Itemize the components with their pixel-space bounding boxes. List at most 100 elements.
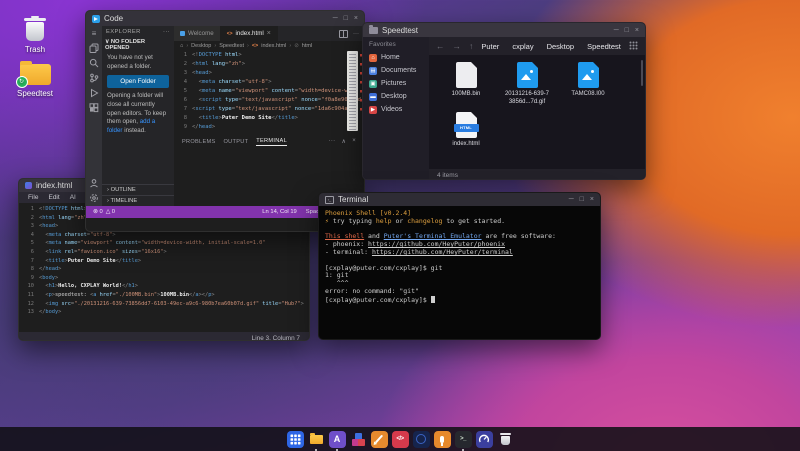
- tab-welcome[interactable]: Welcome: [174, 26, 221, 41]
- more-actions-icon[interactable]: ···: [353, 31, 359, 37]
- sidebar-item-documents[interactable]: ▤Documents: [369, 64, 423, 77]
- close-icon[interactable]: ×: [635, 27, 639, 34]
- panel-tab-problems[interactable]: PROBLEMS: [182, 139, 216, 145]
- vscode-activity-bar: ≡: [86, 26, 102, 206]
- code-line: 1<!DOCTYPE html>: [174, 51, 364, 60]
- panel-tab-terminal[interactable]: TERMINAL: [256, 138, 287, 146]
- taskbar-item-speedtest-app[interactable]: [476, 431, 493, 448]
- sidebar-item-videos[interactable]: ▶Videos: [369, 103, 423, 116]
- timeline-section[interactable]: › TIMELINE: [102, 195, 174, 206]
- status-item[interactable]: Ln 14, Col 19: [262, 209, 296, 215]
- taskbar-item-trash[interactable]: [497, 431, 514, 448]
- breadcrumb-item[interactable]: index.html: [261, 43, 286, 49]
- taskbar-item-launcher[interactable]: [287, 431, 304, 448]
- home-icon: ⌂: [369, 54, 377, 62]
- panel-control-icon[interactable]: ···: [329, 138, 336, 145]
- sidebar-item-pictures[interactable]: ▣Pictures: [369, 77, 423, 90]
- vscode-window-title: Code: [104, 14, 123, 23]
- path-segment[interactable]: cxplay: [512, 42, 533, 51]
- taskbar-item-terminal[interactable]: >_: [455, 431, 472, 448]
- item-count: 4 items: [437, 172, 458, 179]
- code-line: 8 <title>Puter Demo Site</title>: [174, 114, 364, 123]
- back-icon[interactable]: ←: [436, 41, 445, 51]
- file-item[interactable]: TAMC08.I00: [560, 62, 616, 106]
- run-debug-icon[interactable]: [89, 88, 99, 98]
- maximize-icon[interactable]: □: [580, 196, 584, 203]
- vscode-breadcrumb[interactable]: ⌂›Desktop›Speedtest›<>index.html›⊘html: [174, 41, 364, 50]
- file-item[interactable]: 100MB.bin: [438, 62, 494, 106]
- taskbar-item-files[interactable]: [308, 431, 325, 448]
- sidebar-item-desktop[interactable]: ▬Desktop: [369, 90, 423, 103]
- breadcrumb-item[interactable]: html: [302, 43, 312, 49]
- folder-icon: ↻: [20, 64, 51, 85]
- breadcrumb-item[interactable]: Speedtest: [219, 43, 244, 49]
- sidebar-item-home[interactable]: ⌂Home: [369, 51, 423, 64]
- desktop-icon-speedtest[interactable]: ↻ Speedtest: [6, 64, 64, 98]
- up-icon[interactable]: ↑: [469, 41, 473, 51]
- desktop-icon: ▬: [369, 93, 377, 101]
- menu-ai[interactable]: AI: [70, 194, 76, 201]
- minimap[interactable]: [347, 51, 358, 131]
- explorer-section-header[interactable]: ∨ NO FOLDER OPENED: [102, 37, 174, 53]
- code-line: 9<body>: [19, 274, 309, 283]
- menu-file[interactable]: File: [28, 194, 38, 201]
- scrollbar[interactable]: [641, 60, 643, 86]
- file-item[interactable]: HTMLindex.html: [438, 112, 494, 149]
- open-folder-button[interactable]: Open Folder: [107, 75, 169, 88]
- speedtest-app-icon: [478, 433, 490, 445]
- tab-index-html[interactable]: <>index.html×: [221, 26, 278, 41]
- file-manager-sidebar: Favorites ⌂Home▤Documents▣Pictures▬Deskt…: [363, 37, 429, 180]
- account-icon[interactable]: [89, 178, 99, 188]
- path-segment[interactable]: Speedtest: [587, 42, 621, 51]
- maximize-icon[interactable]: □: [344, 15, 348, 22]
- grid-view-icon[interactable]: [629, 37, 638, 55]
- terminal-line: 1: git: [325, 272, 594, 280]
- taskbar-item-editor[interactable]: [371, 431, 388, 448]
- image-file-icon: [517, 62, 538, 88]
- outline-section[interactable]: › OUTLINE: [102, 185, 174, 195]
- taskbar-item-app-center[interactable]: A: [329, 431, 346, 448]
- menu-icon[interactable]: ≡: [92, 29, 97, 38]
- breadcrumb-item[interactable]: Desktop: [191, 43, 211, 49]
- explorer-icon[interactable]: [89, 43, 99, 53]
- window-controls: ─ □ ×: [614, 27, 639, 34]
- trash-icon: [500, 433, 511, 445]
- desktop-icon-trash[interactable]: Trash: [6, 18, 64, 54]
- forward-icon[interactable]: →: [453, 41, 462, 51]
- panel-control-icon[interactable]: ∧: [341, 138, 346, 145]
- minimize-icon[interactable]: ─: [333, 15, 338, 22]
- close-icon[interactable]: ×: [354, 15, 358, 22]
- vscode-logo-icon: [92, 15, 100, 23]
- maximize-icon[interactable]: □: [625, 27, 629, 34]
- minimize-icon[interactable]: ─: [614, 27, 619, 34]
- more-actions-icon[interactable]: ···: [163, 29, 170, 35]
- shared-badge-icon: ↻: [16, 76, 28, 88]
- extensions-icon[interactable]: [89, 103, 99, 113]
- problems-indicator[interactable]: ⊗ 0△ 0: [93, 209, 118, 215]
- menu-edit[interactable]: Edit: [48, 194, 59, 201]
- search-icon[interactable]: [89, 58, 99, 68]
- vscode-titlebar[interactable]: Code ─ □ ×: [86, 11, 364, 26]
- minimize-icon[interactable]: ─: [569, 196, 574, 203]
- path-segment[interactable]: Desktop: [547, 42, 575, 51]
- terminal-titlebar[interactable]: ›_ Terminal ─□×: [319, 193, 600, 206]
- split-editor-icon[interactable]: [339, 30, 348, 38]
- close-icon[interactable]: ×: [267, 30, 271, 37]
- close-icon[interactable]: ×: [590, 196, 594, 203]
- terminal-output[interactable]: Phoenix Shell [v0.2.4]⚡ try typing help …: [319, 206, 600, 309]
- path-segment[interactable]: Puter: [481, 42, 499, 51]
- file-manager-titlebar[interactable]: Speedtest ─□×: [363, 23, 645, 37]
- taskbar-item-viewer[interactable]: [350, 431, 367, 448]
- gear-icon[interactable]: [89, 193, 99, 203]
- source-control-icon[interactable]: [89, 73, 99, 83]
- taskbar-item-recorder[interactable]: [434, 431, 451, 448]
- error-icon: ⊗ 0: [93, 209, 103, 215]
- panel-tab-output[interactable]: OUTPUT: [224, 139, 249, 145]
- vscode-code-area[interactable]: 1<!DOCTYPE html>2<html lang="zh">3<head>…: [174, 50, 364, 135]
- panel-control-icon[interactable]: ×: [352, 138, 356, 145]
- videos-icon: ▶: [369, 106, 377, 114]
- taskbar-item-dev-center[interactable]: </>: [392, 431, 409, 448]
- file-item[interactable]: 20131216-639-73856d...7d.gif: [499, 62, 555, 106]
- taskbar-item-browser[interactable]: [413, 431, 430, 448]
- cursor-position: Line 3, Column 7: [252, 335, 300, 342]
